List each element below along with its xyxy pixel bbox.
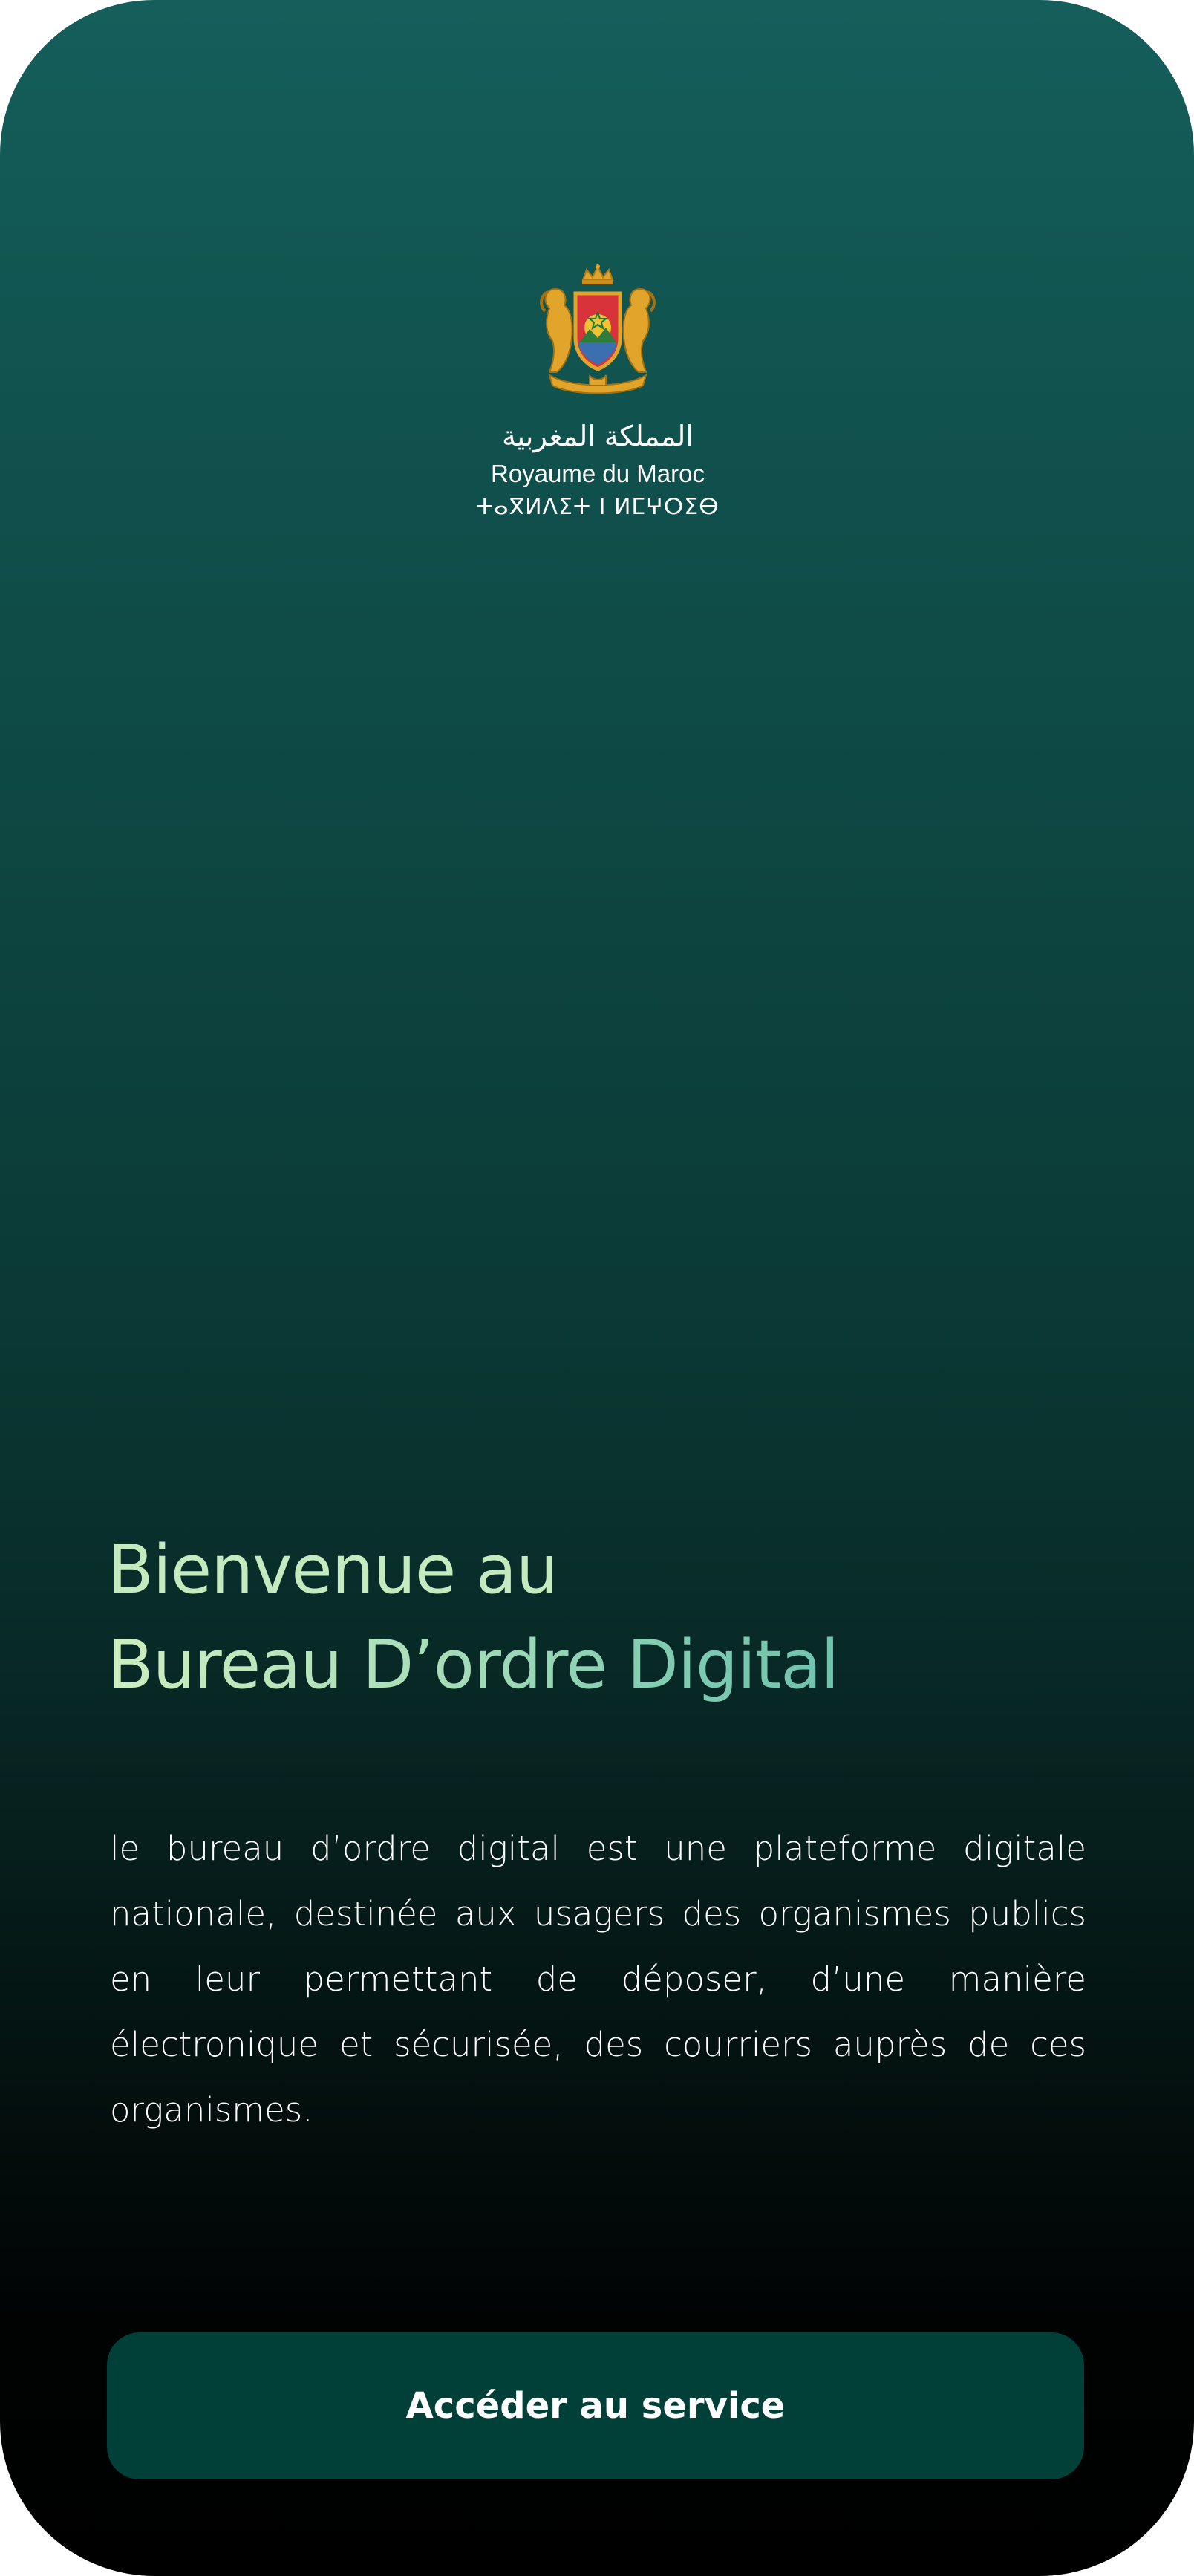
- headline-line-2: Bureau D’ordre Digital: [108, 1618, 1088, 1713]
- logo-tifinagh-text: ⵜⴰⴳⵍⴷⵉⵜ ⵏ ⵍⵎⵖⵔⵉⴱ: [476, 494, 720, 520]
- logo-latin-text: Royaume du Maroc: [491, 460, 705, 487]
- moroccan-coat-of-arms-icon: [540, 264, 656, 394]
- service-description: le bureau d’ordre digital est une platef…: [110, 1829, 1086, 2130]
- welcome-screen: المملكة المغربية Royaume du Maroc ⵜⴰⴳⵍⴷⵉ…: [0, 0, 1194, 2576]
- access-service-button[interactable]: Accéder au service: [107, 2332, 1084, 2479]
- welcome-headline: Bienvenue au Bureau D’ordre Digital: [108, 1523, 1088, 1713]
- royaume-du-maroc-logo: المملكة المغربية Royaume du Maroc ⵜⴰⴳⵍⴷⵉ…: [475, 264, 720, 527]
- logo-arabic-text: المملكة المغربية: [502, 420, 694, 452]
- headline-line-1: Bienvenue au: [108, 1531, 558, 1609]
